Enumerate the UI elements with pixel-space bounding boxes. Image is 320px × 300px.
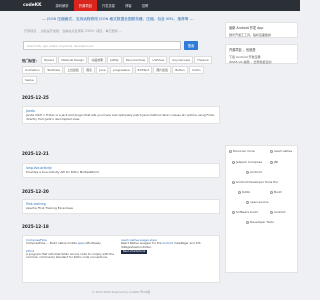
- search-box: [23, 41, 181, 50]
- tag-item[interactable]: Material Design: [58, 56, 88, 64]
- hero-subtitle: 开源项目 ，也就是开发者：当前站点目录有 2300+ 项目，每日更新 ...: [24, 29, 122, 33]
- nav-item-jobs[interactable]: 招聘: [137, 0, 154, 11]
- project-desc: Janda UiKit = Fridax is a Jack GUI plugi…: [26, 113, 215, 121]
- sidebar-card-item[interactable]: WSS5.VA 编辑 ，出现他最近的: [226, 59, 297, 64]
- search-button[interactable]: 搜索: [184, 41, 198, 50]
- tag-item[interactable]: 图表: [83, 66, 95, 74]
- circle-icon: [238, 190, 241, 194]
- circle-icon: [270, 160, 273, 164]
- discover-pill[interactable]: Software build: [232, 210, 258, 214]
- discover-pill[interactable]: Developer Tools: [246, 220, 274, 224]
- project-desc: Provides a Live Activity API for Kotlin …: [26, 170, 101, 174]
- circle-icon: [270, 190, 273, 194]
- sidebar-card: 最新 Android 开发 App 微光开发汇工具，贴标签面板拼: [225, 22, 298, 38]
- date-heading: 2025-12-18: [22, 224, 49, 229]
- project-card[interactable]: flink-training Apache Flink Training Exc…: [22, 199, 220, 214]
- top-navbar: codeKK 源码解析 开源项目 开发技能 博客 招聘: [0, 0, 300, 11]
- project-card[interactable]: Janda Janda UiKit = Fridax is a Jack GUI…: [22, 106, 220, 125]
- tag-item[interactable]: 动画效果: [88, 56, 107, 64]
- tag-item[interactable]: progressbar: [109, 66, 134, 74]
- tag-item[interactable]: ListView: [149, 56, 168, 64]
- discover-pill[interactable]: react-native: [270, 149, 292, 153]
- date-heading: 2025-12-25: [22, 95, 49, 100]
- circle-icon: [232, 210, 235, 214]
- circle-icon: [246, 220, 249, 224]
- search-input[interactable]: [27, 43, 180, 48]
- discover-pill[interactable]: Discover more: [229, 149, 255, 153]
- circle-icon: [246, 170, 249, 174]
- discover-pill[interactable]: Kotlin: [238, 190, 250, 194]
- brand-logo[interactable]: codeKK: [23, 3, 42, 8]
- discover-panel: Discover more react-native Jetpack Compo…: [225, 145, 298, 273]
- nav-item-source[interactable]: 源码解析: [51, 0, 74, 11]
- tag-item[interactable]: 上拉加载: [64, 66, 82, 74]
- hot-tags: 热门标签： Hpaiva Material Design 动画效果 JetMp …: [22, 56, 220, 84]
- date-heading: 2025-12-20: [22, 189, 49, 194]
- tag-item[interactable]: JetMp: [107, 56, 122, 64]
- project-desc: ComposeFlow ... Build native mobile apps…: [26, 241, 101, 245]
- discover-pill[interactable]: Android Developer Tools Pro: [232, 180, 278, 184]
- discover-pill[interactable]: Jetpack Compose: [232, 160, 262, 164]
- nav-item-open-source[interactable]: 开源项目: [73, 0, 97, 11]
- tag-item[interactable]: Kotlin: [189, 66, 204, 74]
- tag-item[interactable]: recyclerview: [168, 56, 194, 64]
- tag-item[interactable]: Swipe: [22, 76, 37, 84]
- tag-item[interactable]: Flipaiva: [194, 56, 212, 64]
- sidebar-card-item[interactable]: 微光开发汇工具，贴标签面板拼: [226, 32, 297, 37]
- date-heading: 2025-12-21: [22, 151, 49, 156]
- discover-pill[interactable]: android: [270, 210, 285, 214]
- tag-item[interactable]: Hpaiva: [40, 56, 58, 64]
- circle-icon: [232, 180, 235, 184]
- hero-title: --- JSON 压缩格式，支持远程修改 JSON 格式数据全国服务器，压缩、包…: [42, 17, 194, 21]
- sidebar-card: 开源项目 ，也就是 下载 Android 开发宝典 WSS5.VA 编辑 ，出现…: [225, 44, 298, 64]
- sidebar-card-title: 开源项目 ，也就是: [229, 48, 256, 52]
- main-nav: 源码解析 开源项目 开发技能 博客 招聘: [51, 0, 154, 11]
- tags-label: 热门标签：: [22, 58, 39, 63]
- nav-item-skills[interactable]: 开发技能: [97, 0, 120, 11]
- tag-item[interactable]: RecyclerView: [122, 56, 149, 64]
- inline-link[interactable]: apps: [78, 241, 85, 245]
- sidebar-card-title[interactable]: 最新 Android 开发 App: [226, 23, 297, 32]
- circle-icon: [270, 210, 273, 214]
- circle-icon: [232, 160, 235, 164]
- project-card-group: ComposeFlow ComposeFlow ... Build native…: [22, 235, 220, 283]
- project-desc: Apache Flink Training Excercises: [26, 206, 73, 210]
- tag-item[interactable]: EditText: [134, 66, 152, 74]
- nav-item-blog[interactable]: 博客: [120, 0, 137, 11]
- footer: © 2015-2022 Powered by codeKK 粤ICP备: [91, 290, 151, 294]
- tag-item[interactable]: Animation: [22, 66, 43, 74]
- tag-item[interactable]: Button: [172, 66, 189, 74]
- ad-badge[interactable]: Best smartphone: [121, 249, 148, 254]
- discover-pill[interactable]: Build: [270, 190, 282, 194]
- project-column-right: react-native-pager-view React Native wra…: [121, 238, 216, 280]
- project-desc: A program that reformat Kotlin source co…: [26, 251, 114, 260]
- discover-pill[interactable]: JNI: [270, 160, 278, 164]
- project-card[interactable]: lang-live-activity Provides a Live Activ…: [22, 163, 220, 178]
- tag-item[interactable]: 图片加载: [153, 66, 171, 74]
- circle-icon: [246, 200, 249, 204]
- discover-pill[interactable]: Android: [246, 170, 262, 174]
- discover-pill[interactable]: open-source: [246, 200, 269, 204]
- project-desc: React Native wrapper for the Android Vie…: [121, 241, 201, 249]
- tag-item[interactable]: TextView: [44, 66, 63, 74]
- tag-item[interactable]: Java: [96, 66, 109, 74]
- inline-link[interactable]: Android: [162, 241, 173, 245]
- circle-icon: [229, 149, 232, 153]
- circle-icon: [270, 149, 273, 153]
- project-column-left: ComposeFlow ComposeFlow ... Build native…: [26, 238, 121, 280]
